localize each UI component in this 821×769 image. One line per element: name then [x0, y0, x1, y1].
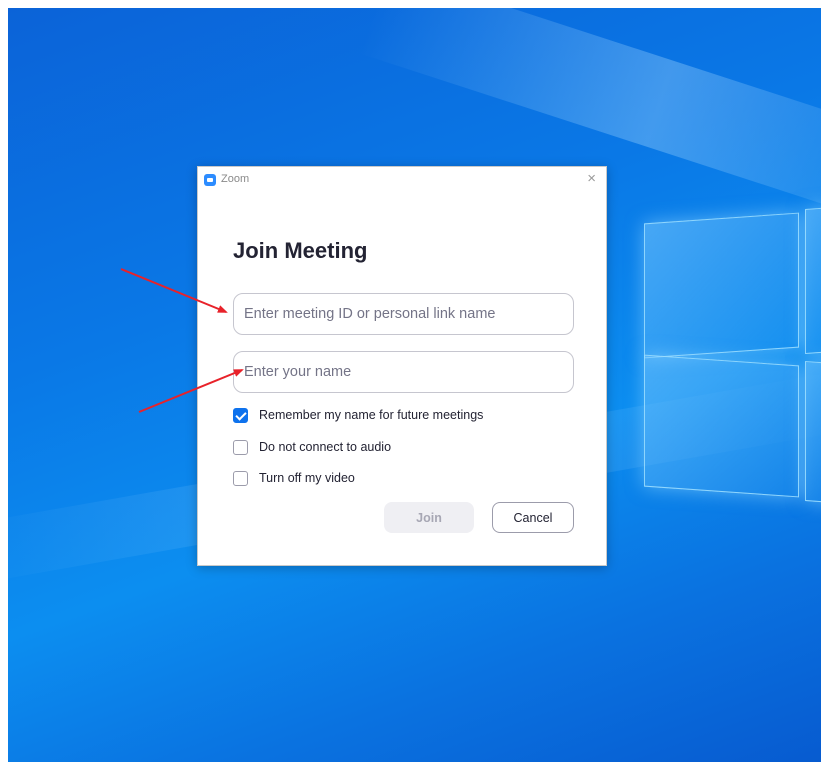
video-off-label: Turn off my video [259, 471, 355, 485]
no-audio-label: Do not connect to audio [259, 440, 392, 454]
remember-name-option[interactable]: Remember my name for future meetings [233, 406, 483, 424]
title-bar: Zoom × [198, 167, 606, 193]
remember-name-label: Remember my name for future meetings [259, 408, 484, 422]
window-title: Zoom [221, 173, 250, 185]
name-input[interactable] [233, 351, 574, 393]
no-audio-option[interactable]: Do not connect to audio [233, 438, 391, 456]
remember-name-checkbox[interactable] [233, 407, 248, 423]
windows-logo-pane [805, 206, 821, 355]
windows-logo-pane [644, 354, 799, 498]
meeting-id-input[interactable] [233, 293, 574, 335]
windows-logo-pane [644, 212, 799, 359]
windows-logo-pane [805, 360, 821, 504]
cancel-button[interactable]: Cancel [492, 502, 574, 533]
no-audio-checkbox[interactable] [233, 439, 248, 455]
join-meeting-dialog: Zoom × Join Meeting Remember my name for… [197, 166, 607, 566]
video-off-checkbox[interactable] [233, 470, 248, 486]
video-off-option[interactable]: Turn off my video [233, 469, 355, 487]
close-icon[interactable]: × [587, 170, 596, 187]
zoom-logo-icon [204, 174, 216, 186]
join-button[interactable]: Join [384, 502, 474, 533]
page-title: Join Meeting [233, 238, 368, 263]
